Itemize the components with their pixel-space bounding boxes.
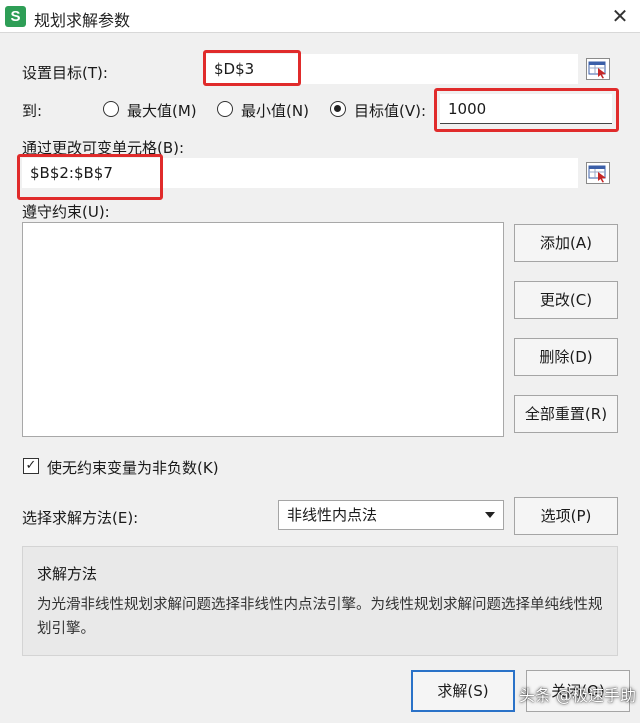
- constraints-label: 遵守约束(U):: [22, 203, 110, 221]
- chevron-down-icon: [485, 512, 495, 518]
- range-select-icon: [588, 165, 606, 183]
- method-description-title: 求解方法: [37, 565, 98, 583]
- radio-max[interactable]: [103, 101, 119, 117]
- nonnegative-label: 使无约束变量为非负数(K): [47, 459, 219, 477]
- changing-cells-range-picker-button[interactable]: [586, 162, 610, 184]
- watermark: 头条 @极速手助: [518, 686, 636, 705]
- method-selected-value: 非线性内点法: [287, 506, 378, 524]
- constraints-list[interactable]: [22, 222, 504, 437]
- objective-label: 设置目标(T):: [22, 64, 108, 82]
- radio-target-value-label: 目标值(V):: [354, 102, 427, 120]
- objective-highlight-box: [203, 50, 301, 86]
- radio-target-value[interactable]: [330, 101, 346, 117]
- to-label: 到:: [22, 102, 43, 120]
- app-icon: S: [5, 6, 26, 27]
- change-constraint-button[interactable]: 更改(C): [514, 281, 618, 319]
- changing-cells-highlight-box: [17, 154, 163, 200]
- radio-max-label: 最大值(M): [127, 102, 197, 120]
- window-title: 规划求解参数: [34, 11, 131, 30]
- radio-min[interactable]: [217, 101, 233, 117]
- nonnegative-checkbox[interactable]: ✓: [23, 458, 39, 474]
- range-select-icon: [588, 61, 606, 79]
- radio-min-label: 最小值(N): [241, 102, 309, 120]
- method-description-text: 为光滑非线性规划求解问题选择非线性内点法引擎。为线性规划求解问题选择单纯线性规划…: [37, 597, 603, 637]
- target-value-highlight-box: [434, 88, 619, 132]
- objective-range-picker-button[interactable]: [586, 58, 610, 80]
- add-constraint-button[interactable]: 添加(A): [514, 224, 618, 262]
- options-button[interactable]: 选项(P): [514, 497, 618, 535]
- reset-all-button[interactable]: 全部重置(R): [514, 395, 618, 433]
- method-description-box: 求解方法 为光滑非线性规划求解问题选择非线性内点法引擎。为线性规划求解问题选择单…: [22, 546, 618, 656]
- close-icon[interactable]: ✕: [600, 0, 640, 33]
- delete-constraint-button[interactable]: 删除(D): [514, 338, 618, 376]
- title-bar: S 规划求解参数 ✕: [0, 0, 640, 33]
- method-label: 选择求解方法(E):: [22, 509, 139, 527]
- method-select[interactable]: 非线性内点法: [278, 500, 504, 530]
